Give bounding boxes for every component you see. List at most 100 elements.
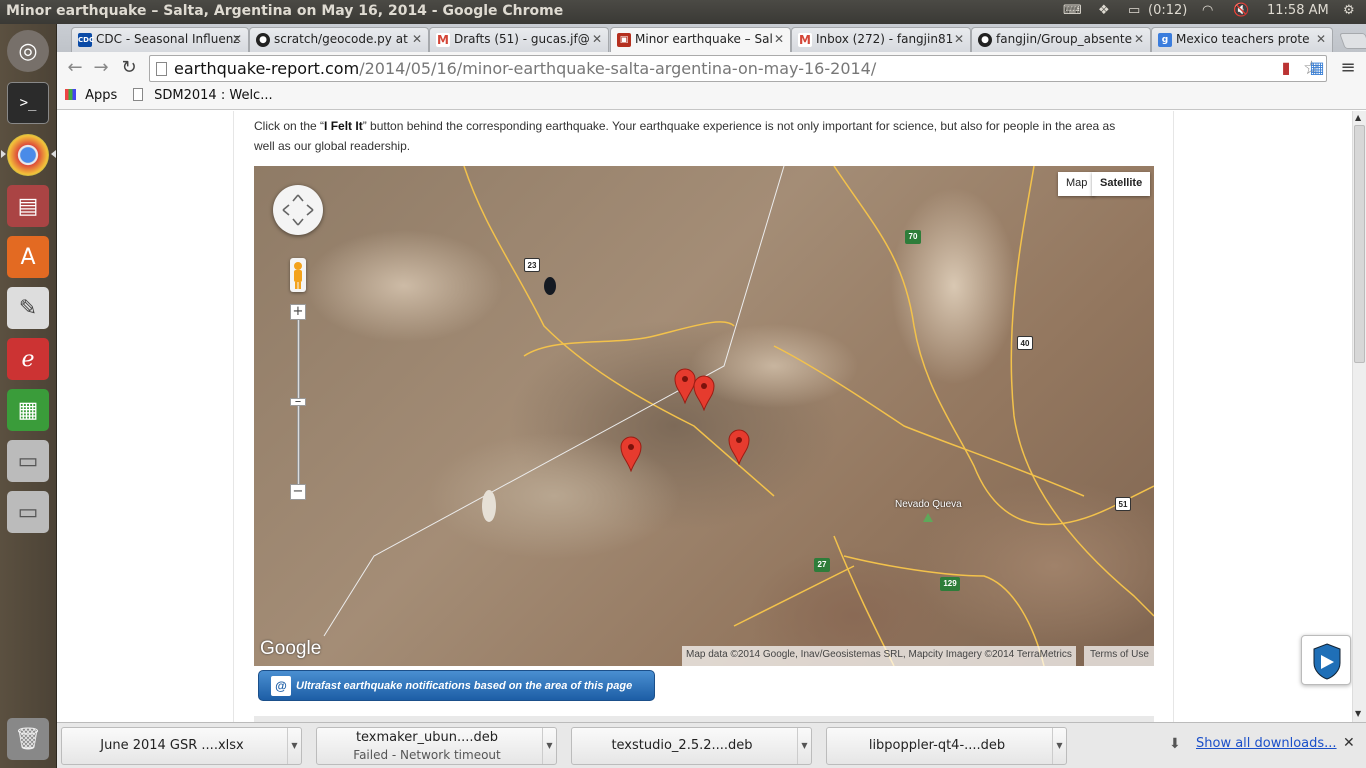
- road-shield: 70: [905, 230, 921, 244]
- extension-calendar-icon[interactable]: ▦: [1305, 56, 1329, 80]
- forward-button[interactable]: →: [89, 56, 113, 80]
- map-type-satellite-button[interactable]: Satellite: [1092, 172, 1151, 196]
- map-roads: [323, 166, 1154, 666]
- download-item[interactable]: libpoppler-qt4-....deb ▼: [826, 727, 1067, 765]
- notify-button-label: Ultrafast earthquake notifications based…: [296, 680, 633, 692]
- close-icon[interactable]: ✕: [1343, 735, 1355, 751]
- chevron-down-icon[interactable]: ▼: [542, 728, 556, 764]
- zoom-in-button[interactable]: +: [290, 304, 306, 320]
- vertical-scrollbar[interactable]: ▲ ▼: [1352, 111, 1366, 722]
- map-type-map-button[interactable]: Map: [1058, 172, 1096, 196]
- street-view-pegman-icon[interactable]: [290, 258, 306, 292]
- tab-github-group[interactable]: ● fangjin/Group_absente ✕: [971, 27, 1151, 52]
- github-icon: ●: [978, 33, 992, 47]
- security-widget-icon[interactable]: [1301, 635, 1351, 685]
- cdc-icon: CDC: [78, 33, 94, 47]
- keyboard-icon[interactable]: ⌨: [1063, 3, 1082, 18]
- back-button[interactable]: ←: [63, 56, 87, 80]
- top-panel: Minor earthquake – Salta, Argentina on M…: [0, 0, 1366, 24]
- url-host: earthquake-report.com: [174, 59, 360, 78]
- battery-icon[interactable]: ▭: [1128, 3, 1140, 18]
- terms-of-use-link[interactable]: Terms of Use: [1084, 646, 1154, 666]
- apps-grid-icon: [65, 89, 76, 100]
- download-item[interactable]: texstudio_2.5.2....deb ▼: [571, 727, 812, 765]
- close-icon[interactable]: ✕: [412, 32, 422, 46]
- chevron-down-icon[interactable]: ▼: [1052, 728, 1066, 764]
- google-logo: Google: [260, 638, 322, 659]
- apps-shortcut[interactable]: Apps: [65, 88, 117, 103]
- close-icon[interactable]: ✕: [1134, 32, 1144, 46]
- reload-button[interactable]: ↻: [117, 56, 141, 80]
- url-path: /2014/05/16/minor-earthquake-salta-argen…: [359, 59, 877, 78]
- spreadsheet-icon[interactable]: ▦: [7, 389, 49, 431]
- close-icon[interactable]: ✕: [1316, 32, 1326, 46]
- zoom-slider-handle[interactable]: –: [290, 395, 306, 408]
- tab-label: Inbox (272) - fangjin81: [816, 32, 954, 46]
- pdf-reader-icon[interactable]: ℯ: [7, 338, 49, 380]
- email-icon: @: [271, 676, 291, 696]
- scroll-down-arrow-icon[interactable]: ▼: [1355, 709, 1361, 718]
- earthquake-marker[interactable]: [728, 429, 750, 465]
- browser-toolbar: ← → ↻ earthquake-report.com/2014/05/16/m…: [57, 52, 1366, 84]
- github-icon: ●: [256, 33, 270, 47]
- clock[interactable]: 11:58 AM: [1267, 3, 1329, 18]
- intro-text: Click on the “I Felt It” button behind t…: [254, 116, 1154, 156]
- tab-label: scratch/geocode.py at: [274, 32, 408, 46]
- intro-text-pre: Click on the “: [254, 119, 325, 133]
- earthquake-marker[interactable]: [693, 375, 715, 411]
- google-map[interactable]: Map Satellite + – − 23 70 40 51 27 129 N…: [254, 166, 1154, 666]
- close-icon[interactable]: ✕: [592, 32, 602, 46]
- scrollbar-thumb[interactable]: [1354, 125, 1365, 363]
- battery-time[interactable]: (0:12): [1148, 3, 1187, 18]
- chevron-down-icon[interactable]: ▼: [287, 728, 301, 764]
- pan-control[interactable]: [273, 185, 323, 235]
- drive-icon-2[interactable]: ▭: [7, 491, 49, 533]
- show-all-downloads-link[interactable]: Show all downloads...: [1196, 736, 1337, 751]
- earthquake-marker[interactable]: [620, 436, 642, 472]
- menu-icon[interactable]: ≡: [1336, 56, 1360, 80]
- road-shield: 129: [940, 577, 960, 591]
- text-editor-icon[interactable]: ✎: [7, 287, 49, 329]
- gmail-icon: M: [436, 33, 450, 47]
- download-item[interactable]: texmaker_ubun....deb Failed - Network ti…: [316, 727, 557, 765]
- apps-label: Apps: [85, 88, 118, 103]
- tab-google-mexico[interactable]: g Mexico teachers prote ✕: [1151, 27, 1333, 52]
- bookmarks-bar: Apps SDM2014 : Welc...: [57, 84, 1366, 110]
- download-filename: libpoppler-qt4-....deb: [868, 738, 1006, 753]
- earthquake-notifications-button[interactable]: @ Ultrafast earthquake notifications bas…: [258, 670, 655, 701]
- tab-earthquake-report[interactable]: ▣ Minor earthquake – Sal ✕: [610, 27, 791, 52]
- address-bar[interactable]: earthquake-report.com/2014/05/16/minor-e…: [149, 55, 1327, 82]
- files-icon[interactable]: ▤: [7, 185, 49, 227]
- zoom-out-button[interactable]: −: [290, 484, 306, 500]
- wifi-icon[interactable]: ◠: [1202, 3, 1213, 18]
- chrome-icon[interactable]: [7, 134, 49, 176]
- drive-icon[interactable]: ▭: [7, 440, 49, 482]
- extension-icon[interactable]: ▮: [1274, 56, 1298, 80]
- tab-gmail-drafts[interactable]: M Drafts (51) - gucas.jf@ ✕: [429, 27, 609, 52]
- new-tab-button[interactable]: [1339, 33, 1366, 49]
- close-icon[interactable]: ✕: [954, 32, 964, 46]
- dropbox-icon[interactable]: ❖: [1098, 3, 1110, 18]
- road-shield: 51: [1115, 497, 1131, 511]
- launcher: ◎ >_ ▤ A ✎ ℯ ▦ ▭ ▭ 🗑: [0, 24, 57, 768]
- volume-icon[interactable]: 🔇: [1233, 3, 1249, 18]
- chevron-down-icon[interactable]: ▼: [797, 728, 811, 764]
- bookmark-sdm2014[interactable]: SDM2014 : Welc...: [133, 88, 273, 103]
- earthquake-report-icon: ▣: [617, 33, 631, 47]
- i-felt-it-label: I Felt It: [324, 119, 363, 133]
- window-title: Minor earthquake – Salta, Argentina on M…: [6, 3, 564, 19]
- scroll-up-arrow-icon[interactable]: ▲: [1355, 113, 1361, 122]
- download-item[interactable]: June 2014 GSR ....xlsx ▼: [61, 727, 302, 765]
- tab-github-geocode[interactable]: ● scratch/geocode.py at ✕: [249, 27, 429, 52]
- trash-icon[interactable]: 🗑: [7, 718, 49, 760]
- close-icon[interactable]: ✕: [232, 32, 242, 46]
- close-icon[interactable]: ✕: [774, 32, 784, 46]
- power-gear-icon[interactable]: ⚙: [1343, 3, 1355, 18]
- bookmark-label: SDM2014 : Welc...: [154, 88, 273, 103]
- tab-gmail-inbox[interactable]: M Inbox (272) - fangjin81 ✕: [791, 27, 971, 52]
- running-indicator: [1, 150, 6, 158]
- software-center-icon[interactable]: A: [7, 236, 49, 278]
- tab-cdc[interactable]: CDC CDC - Seasonal Influenz ✕: [71, 27, 249, 52]
- ubuntu-dash-icon[interactable]: ◎: [7, 30, 49, 72]
- terminal-icon[interactable]: >_: [7, 82, 49, 124]
